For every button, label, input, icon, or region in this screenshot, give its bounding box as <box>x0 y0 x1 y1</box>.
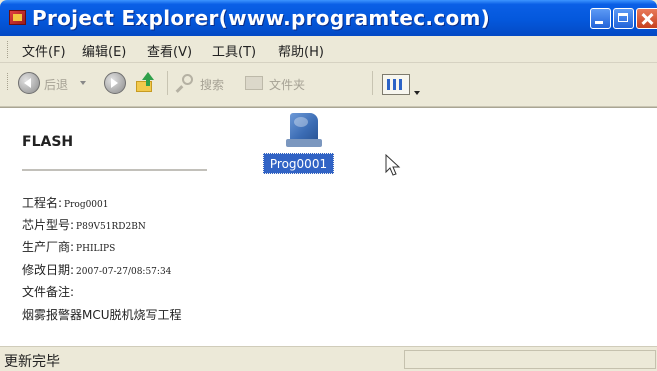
panel-divider <box>22 169 207 171</box>
property-file-note: 文件备注: <box>22 283 76 300</box>
status-bar: 更新完毕 <box>0 346 657 371</box>
project-file-label[interactable]: Prog0001 <box>263 153 334 174</box>
folders-button[interactable]: 文件夹 <box>245 72 345 98</box>
property-value: PHILIPS <box>76 244 116 254</box>
back-label: 后退 <box>44 78 69 92</box>
search-icon <box>175 73 196 93</box>
toolbar-grip <box>7 73 11 90</box>
forward-button[interactable] <box>104 72 126 98</box>
property-key: 生产厂商: <box>22 240 75 254</box>
forward-arrow-icon <box>104 72 126 94</box>
property-value: Prog0001 <box>64 200 109 210</box>
close-button[interactable] <box>636 8 657 29</box>
search-button[interactable]: 搜索 <box>175 72 241 98</box>
property-manufacturer: 生产厂商: PHILIPS <box>22 238 115 255</box>
property-key: 工程名: <box>22 196 63 210</box>
views-button[interactable] <box>382 74 410 95</box>
maximize-button[interactable] <box>613 8 634 29</box>
up-folder-button[interactable] <box>134 72 156 98</box>
toolbar-separator <box>372 71 373 95</box>
property-key: 文件备注: <box>22 285 75 299</box>
status-pane <box>404 350 656 369</box>
toolbar: 后退 搜索 文件夹 <box>0 63 657 107</box>
panel-title: FLASH <box>22 134 74 150</box>
property-value: 烟雾报警器MCU脱机烧写工程 <box>22 308 182 322</box>
minimize-button[interactable] <box>590 8 611 29</box>
folders-label: 文件夹 <box>269 78 306 92</box>
menu-help[interactable]: 帮助(H) <box>278 41 324 60</box>
menu-bar: 文件(F) 编辑(E) 查看(V) 工具(T) 帮助(H) <box>0 36 657 63</box>
property-modified-date: 修改日期: 2007-07-27/08:57:34 <box>22 261 171 278</box>
property-key: 修改日期: <box>22 263 75 277</box>
status-text: 更新完毕 <box>4 354 60 370</box>
property-value: 2007-07-27/08:57:34 <box>76 267 172 277</box>
folders-icon <box>245 76 263 90</box>
toolbar-separator <box>167 71 168 95</box>
mouse-cursor-icon <box>385 154 401 176</box>
property-project-name: 工程名: Prog0001 <box>22 194 109 211</box>
menu-file[interactable]: 文件(F) <box>22 41 66 60</box>
up-folder-icon <box>134 72 156 94</box>
menu-view[interactable]: 查看(V) <box>147 41 192 60</box>
project-file-icon[interactable] <box>284 109 324 149</box>
property-key: 芯片型号: <box>22 218 75 232</box>
window-title: Project Explorer(www.programtec.com) <box>32 6 491 30</box>
menu-tools[interactable]: 工具(T) <box>212 41 256 60</box>
search-label: 搜索 <box>200 78 225 92</box>
menu-grip <box>7 41 11 58</box>
back-dropdown-icon[interactable] <box>80 81 86 85</box>
menu-edit[interactable]: 编辑(E) <box>82 41 126 60</box>
app-icon <box>9 10 26 25</box>
property-note-text: 烟雾报警器MCU脱机烧写工程 <box>22 306 182 323</box>
views-dropdown-icon[interactable] <box>414 91 420 95</box>
explorer-window: Project Explorer(www.programtec.com) 文件(… <box>0 0 657 371</box>
property-chip-model: 芯片型号: P89V51RD2BN <box>22 216 146 233</box>
back-button[interactable]: 后退 <box>18 72 88 98</box>
property-value: P89V51RD2BN <box>76 222 146 232</box>
back-arrow-icon <box>18 72 40 94</box>
content-area: FLASH 工程名: Prog0001 芯片型号: P89V51RD2BN 生产厂商… <box>0 107 657 346</box>
title-bar[interactable]: Project Explorer(www.programtec.com) <box>0 0 657 36</box>
